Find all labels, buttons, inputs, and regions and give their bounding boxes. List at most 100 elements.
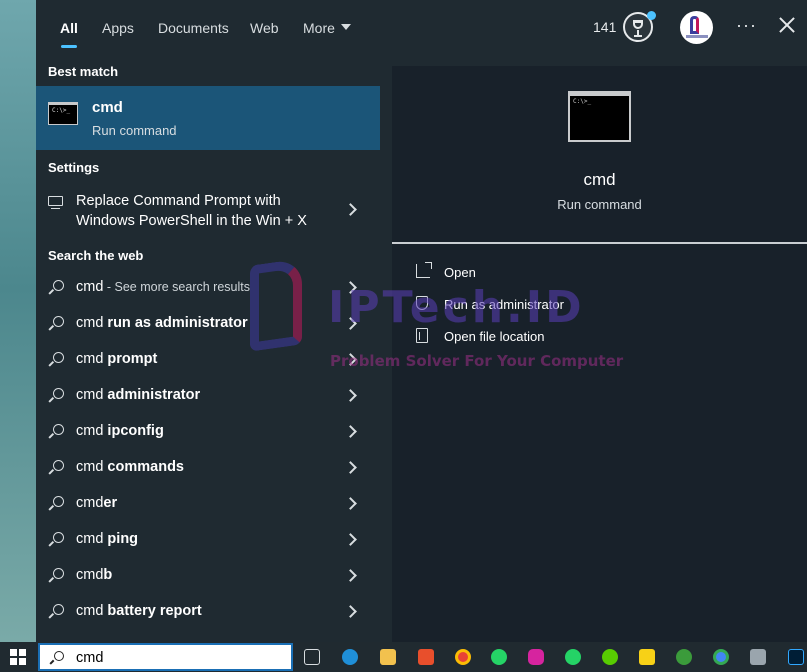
- web-suffix: ipconfig: [103, 423, 164, 439]
- best-match-subtitle: Run command: [92, 123, 177, 138]
- search-input[interactable]: [76, 648, 276, 668]
- chevron-right-icon[interactable]: [344, 281, 357, 294]
- web-result-item[interactable]: cmd battery report: [36, 594, 380, 630]
- chevron-right-icon[interactable]: [344, 389, 357, 402]
- display-icon: [48, 196, 63, 209]
- chevron-right-icon[interactable]: [344, 425, 357, 438]
- command-prompt-icon: C:\>_: [48, 102, 78, 125]
- utorrent-icon[interactable]: [676, 649, 692, 665]
- preview-pane: C:\>_ cmd Run command Open Run as admini…: [392, 66, 807, 642]
- command-prompt-icon: C:\>_: [568, 91, 631, 142]
- whatsapp-icon[interactable]: [491, 649, 507, 665]
- web-result-item[interactable]: cmd - See more search results: [36, 270, 380, 306]
- open-file-location-action[interactable]: Open file location: [412, 324, 662, 350]
- chevron-right-icon[interactable]: [344, 569, 357, 582]
- run-as-admin-action[interactable]: Run as administrator: [412, 292, 662, 318]
- photoshop-icon[interactable]: [788, 649, 804, 665]
- chevron-right-icon[interactable]: [344, 605, 357, 618]
- best-match-item[interactable]: C:\>_ cmd Run command: [36, 86, 380, 150]
- tab-all-label: All: [60, 20, 78, 36]
- windows-start-icon[interactable]: [10, 649, 26, 665]
- shield-icon: [416, 296, 428, 310]
- web-query: cmd: [76, 531, 104, 547]
- open-action[interactable]: Open: [412, 260, 662, 286]
- web-hint: - See more search results: [103, 280, 250, 294]
- web-query: cmd: [76, 351, 104, 367]
- chevron-right-icon[interactable]: [344, 317, 357, 330]
- divider: [392, 242, 807, 244]
- settings-item-label: Replace Command Prompt with Windows Powe…: [76, 193, 307, 229]
- search-icon: [48, 496, 65, 512]
- best-match-heading: Best match: [48, 64, 119, 79]
- web-suffix: b: [103, 567, 113, 583]
- tab-web[interactable]: Web: [250, 0, 279, 56]
- tab-all[interactable]: All: [60, 0, 78, 56]
- web-result-item[interactable]: cmder: [36, 486, 380, 522]
- search-icon: [48, 388, 65, 404]
- chevron-right-icon[interactable]: [344, 497, 357, 510]
- taskbar-search-box[interactable]: [38, 643, 293, 671]
- close-icon[interactable]: [779, 17, 795, 33]
- web-result-item[interactable]: cmd run as administrator: [36, 306, 380, 342]
- open-file-location-label: Open file location: [444, 329, 545, 344]
- chrome-icon[interactable]: [455, 649, 471, 665]
- web-result-item[interactable]: cmd ipconfig: [36, 414, 380, 450]
- task-view-icon[interactable]: [304, 649, 320, 665]
- caret-down-icon: [340, 24, 351, 31]
- settings-item[interactable]: Replace Command Prompt with Windows Powe…: [36, 186, 380, 232]
- chevron-right-icon[interactable]: [344, 461, 357, 474]
- web-result-item[interactable]: cmd prompt: [36, 342, 380, 378]
- web-query: cmd: [76, 495, 104, 511]
- notepad-icon[interactable]: [750, 649, 766, 665]
- instagram-icon[interactable]: [528, 649, 544, 665]
- web-suffix: prompt: [103, 351, 158, 367]
- tab-documents[interactable]: Documents: [158, 0, 229, 56]
- tab-more-label: More: [303, 20, 335, 36]
- tab-web-label: Web: [250, 20, 279, 36]
- search-icon: [48, 352, 65, 368]
- web-query: cmd: [76, 279, 104, 295]
- web-suffix: administrator: [103, 387, 201, 403]
- web-result-item[interactable]: cmd ping: [36, 522, 380, 558]
- web-suffix: battery report: [103, 603, 202, 619]
- taskbar: [0, 642, 807, 672]
- web-suffix: commands: [103, 459, 184, 475]
- web-query: cmd: [76, 567, 104, 583]
- search-icon: [48, 460, 65, 476]
- tab-documents-label: Documents: [158, 20, 229, 36]
- web-query: cmd: [76, 315, 104, 331]
- duolingo-icon[interactable]: [602, 649, 618, 665]
- preview-subtitle: Run command: [557, 197, 642, 212]
- more-options-icon[interactable]: ···: [736, 15, 757, 36]
- search-icon: [48, 532, 65, 548]
- file-explorer-icon[interactable]: [380, 649, 396, 665]
- search-icon: [49, 651, 64, 665]
- store-icon[interactable]: [418, 649, 434, 665]
- notification-dot: [647, 11, 656, 20]
- web-result-item[interactable]: cmd commands: [36, 450, 380, 486]
- sticky-notes-icon[interactable]: [639, 649, 655, 665]
- search-icon: [48, 604, 65, 620]
- chevron-right-icon[interactable]: [344, 203, 357, 216]
- best-match-title: cmd: [92, 99, 123, 116]
- web-suffix: ping: [103, 531, 139, 547]
- web-query: cmd: [76, 423, 104, 439]
- avatar[interactable]: [680, 11, 713, 44]
- web-query: cmd: [76, 387, 104, 403]
- chrome-profile-icon[interactable]: [713, 649, 729, 665]
- tab-apps[interactable]: Apps: [102, 0, 134, 56]
- chevron-right-icon[interactable]: [344, 353, 357, 366]
- search-icon: [48, 316, 65, 332]
- search-panel: All Apps Documents Web More 141 ··· Best…: [36, 0, 807, 642]
- tab-more[interactable]: More: [303, 0, 351, 56]
- chevron-right-icon[interactable]: [344, 533, 357, 546]
- search-icon: [48, 280, 65, 296]
- run-as-admin-label: Run as administrator: [444, 297, 564, 312]
- web-result-item[interactable]: cmd administrator: [36, 378, 380, 414]
- web-suffix: er: [103, 495, 118, 511]
- whatsapp-business-icon[interactable]: [565, 649, 581, 665]
- search-icon: [48, 568, 65, 584]
- edge-icon[interactable]: [342, 649, 358, 665]
- web-result-item[interactable]: cmdb: [36, 558, 380, 594]
- open-icon: [416, 262, 432, 278]
